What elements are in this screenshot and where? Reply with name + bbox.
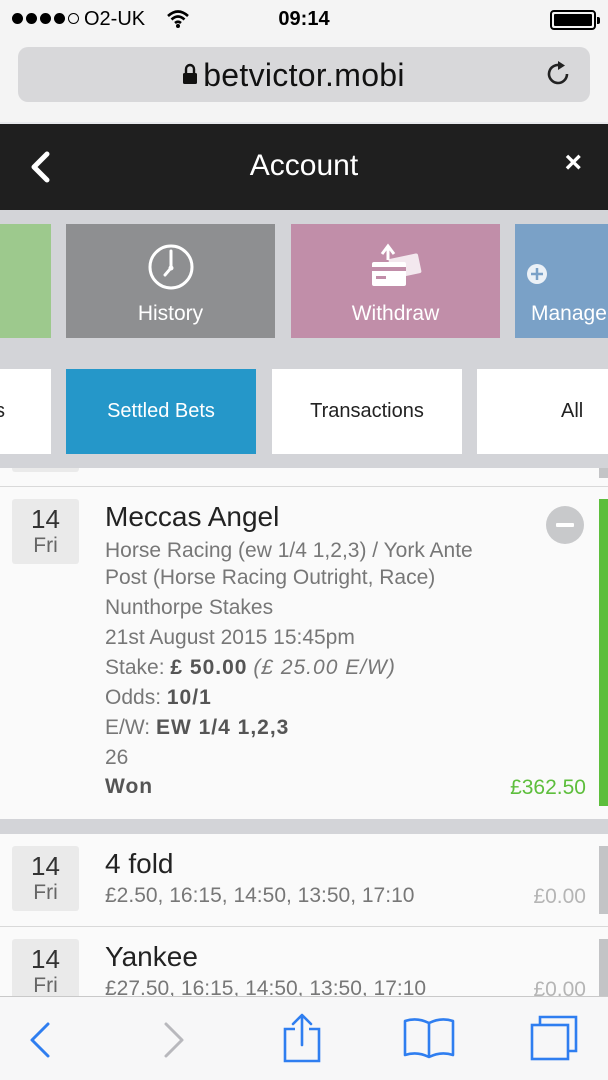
odds-value: 10/1 [166,686,212,709]
bet-detail: 21st August 2015 15:45pm [105,626,355,649]
status-bar: O2-UK 09:14 [0,0,608,40]
tile-withdraw-label: Withdraw [351,302,440,325]
list-item-bet[interactable]: 14 Fri Meccas Angel Horse Racing (ew 1/4… [0,487,608,819]
bet-return: £362.50 [510,776,586,799]
ew-value: EW 1/4 1,2,3 [155,716,290,739]
bet-detail: £2.50, 16:15, 14:50, 13:50, 17:10 [105,884,415,907]
bet-day: 14 [31,504,60,534]
battery-icon [550,10,600,30]
tile-manage-label: Manage [531,302,607,325]
stake-label: Stake: [105,656,165,679]
ew-label: E/W: [105,716,151,739]
browser-toolbar [0,996,608,1080]
odds-label: Odds: [105,686,162,709]
stake-ew: (£ 25.00 E/W) [253,656,396,679]
bet-weekday: Fri [33,534,58,557]
bet-title: Meccas Angel [105,501,280,532]
tile-manage[interactable]: Manage [515,224,608,338]
bet-day: 14 [31,851,60,881]
reload-icon[interactable] [544,59,574,89]
bet-return: £0.00 [533,978,586,996]
bet-extra: 26 [105,746,129,769]
tile-deposit[interactable] [0,224,51,338]
forward-icon[interactable] [162,1021,186,1059]
bet-list: 14 Fri Meccas Angel Horse Racing (ew 1/4… [0,468,608,996]
back-icon[interactable] [28,1021,52,1059]
share-icon[interactable] [282,1013,322,1063]
tab-transactions[interactable]: Transactions [272,369,462,454]
tab-settled-bets[interactable]: Settled Bets [66,369,256,454]
bet-detail: Nunthorpe Stakes [105,596,274,619]
bet-stake: Stake: £ 50.00 (£ 25.00 E/W) [105,656,396,680]
status-stripe [599,939,608,996]
tab-all[interactable]: All [477,369,608,454]
collapse-icon[interactable] [546,506,584,544]
tile-withdraw[interactable]: Withdraw [291,224,500,338]
manage-icon [527,264,547,284]
status-stripe [599,846,608,914]
bet-date: 14 Fri [12,499,79,564]
tile-history[interactable]: History [66,224,275,338]
bet-detail: £27.50, 16:15, 14:50, 13:50, 17:10 [105,977,427,996]
clock-icon [148,244,193,290]
list-item-bet[interactable]: 14 Fri 4 fold £2.50, 16:15, 14:50, 13:50… [0,834,608,926]
bet-weekday: Fri [33,881,58,904]
status-time: 09:14 [278,8,330,30]
bet-each-way: E/W: EW 1/4 1,2,3 [105,716,289,740]
account-header: Account × [0,124,608,210]
bookmarks-icon[interactable] [402,1017,456,1059]
tabs-icon[interactable] [530,1015,578,1061]
withdraw-card-icon [371,243,421,286]
result-value: Won [105,775,154,798]
bet-date: 14 Fri [12,846,79,911]
tile-history-label: History [137,302,204,325]
page-title: Account [249,149,359,182]
browser-chrome: O2-UK 09:14 betvictor.mobi [0,0,608,122]
address-bar[interactable]: betvictor.mobi [18,47,590,102]
tab-open-bets[interactable]: s [0,369,51,454]
bet-title: Yankee [105,941,198,972]
bet-tabs: s Settled Bets Transactions All [0,354,608,468]
list-item-partial [0,468,608,486]
bet-weekday: Fri [33,974,58,996]
bet-odds: Odds: 10/1 [105,686,212,710]
url-text[interactable]: betvictor.mobi [18,57,590,94]
bet-detail: Post (Horse Racing Outright, Race) [105,566,436,589]
account-tiles: History Withdraw Manage [0,210,608,354]
close-icon[interactable]: × [564,146,582,180]
list-item-bet[interactable]: 14 Fri Yankee £27.50, 16:15, 14:50, 13:5… [0,927,608,996]
bet-result: Won [105,775,153,799]
stake-value: £ 50.00 [170,656,248,679]
bet-title: 4 fold [105,848,174,879]
status-stripe [599,499,608,806]
bet-day: 14 [31,944,60,974]
bet-return: £0.00 [533,885,586,908]
bet-date: 14 Fri [12,939,79,996]
bet-detail: Horse Racing (ew 1/4 1,2,3) / York Ante [105,539,473,562]
